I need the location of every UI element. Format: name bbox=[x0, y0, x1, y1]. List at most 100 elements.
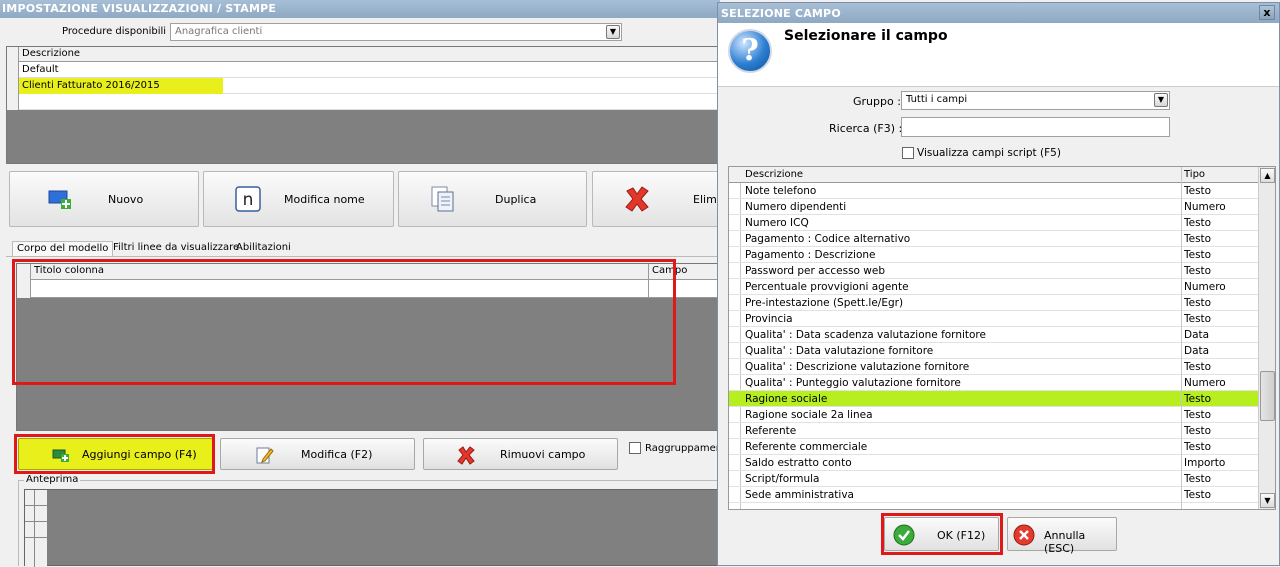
field-type: Testo bbox=[1184, 233, 1212, 245]
field-type: Testo bbox=[1184, 217, 1212, 229]
annotation-red-box-add-field bbox=[14, 434, 215, 474]
remove-x-icon bbox=[457, 446, 475, 465]
field-description: Note telefono bbox=[745, 185, 817, 197]
list-item[interactable]: Saldo estratto conto Importo bbox=[729, 455, 1259, 471]
duplicate-button[interactable]: Duplica bbox=[398, 171, 587, 227]
preview-grid bbox=[24, 489, 720, 567]
list-item[interactable]: Pagamento : Codice alternativo Testo bbox=[729, 231, 1259, 247]
tab-corpo-modello[interactable]: Corpo del modello bbox=[12, 241, 114, 257]
cancel-x-icon bbox=[1013, 524, 1035, 546]
list-item[interactable]: Percentuale provvigioni agente Numero bbox=[729, 279, 1259, 295]
list-item[interactable]: Script/formula Testo bbox=[729, 471, 1259, 487]
grid-row-empty[interactable] bbox=[19, 94, 719, 110]
new-button[interactable]: Nuovo bbox=[9, 171, 199, 227]
field-type: Testo bbox=[1184, 313, 1212, 325]
chevron-down-icon[interactable]: ▼ bbox=[1154, 93, 1168, 107]
scroll-thumb[interactable] bbox=[1260, 371, 1275, 421]
select-field-dialog: SELEZIONE CAMPO x ? Selezionare il campo… bbox=[717, 2, 1280, 566]
field-description: Referente bbox=[745, 425, 797, 437]
new-button-label: Nuovo bbox=[108, 193, 144, 206]
field-description: Sede amministrativa bbox=[745, 489, 854, 501]
list-item-selected[interactable]: Ragione sociale Testo bbox=[729, 391, 1259, 407]
list-item[interactable]: Pre-intestazione (Spett.le/Egr) Testo bbox=[729, 295, 1259, 311]
column-separator bbox=[1181, 167, 1182, 509]
list-item[interactable]: Numero dipendenti Numero bbox=[729, 199, 1259, 215]
field-description: Saldo estratto conto bbox=[745, 457, 852, 469]
procedure-select[interactable]: Anagrafica clienti ▼ bbox=[170, 23, 622, 41]
field-description: Ragione sociale bbox=[745, 393, 828, 405]
list-item[interactable]: Qualita' : Descrizione valutazione forni… bbox=[729, 359, 1259, 375]
new-model-icon bbox=[48, 190, 71, 209]
fields-list: Descrizione Tipo Note telefono Testo Numer… bbox=[728, 166, 1276, 510]
grouping-checkbox[interactable] bbox=[629, 442, 641, 454]
field-type: Numero bbox=[1184, 377, 1226, 389]
list-item[interactable]: Qualita' : Data valutazione fornitore Dat… bbox=[729, 343, 1259, 359]
field-description: Referente commerciale bbox=[745, 441, 868, 453]
delete-button[interactable]: Elimin bbox=[592, 171, 722, 227]
question-icon: ? bbox=[728, 29, 772, 73]
list-item[interactable]: Numero ICQ Testo bbox=[729, 215, 1259, 231]
cancel-label: Annulla (ESC) bbox=[1044, 529, 1086, 555]
field-type: Testo bbox=[1184, 441, 1212, 453]
dialog-heading: Selezionare il campo bbox=[784, 28, 948, 44]
grid-row-default[interactable]: Default bbox=[19, 62, 719, 78]
field-description: Pagamento : Codice alternativo bbox=[745, 233, 911, 245]
gruppo-value: Tutti i campi bbox=[906, 94, 968, 105]
field-type: Testo bbox=[1184, 361, 1212, 373]
gruppo-label: Gruppo : bbox=[853, 95, 901, 108]
list-item[interactable]: Provincia Testo bbox=[729, 311, 1259, 327]
close-icon[interactable]: x bbox=[1259, 5, 1275, 20]
header-descrizione[interactable]: Descrizione bbox=[745, 169, 803, 180]
vertical-scrollbar[interactable]: ▲ ▼ bbox=[1258, 167, 1275, 509]
list-item[interactable]: Note telefono Testo bbox=[729, 183, 1259, 199]
tab-abilitazioni[interactable]: Abilitazioni bbox=[232, 241, 295, 257]
grid-header-descrizione[interactable]: Descrizione bbox=[19, 47, 719, 62]
search-input[interactable] bbox=[901, 117, 1170, 137]
list-item[interactable]: Qualita' : Punteggio valutazione fornito… bbox=[729, 375, 1259, 391]
dialog-title-bar: SELEZIONE CAMPO x bbox=[718, 3, 1279, 23]
tab-divider bbox=[6, 256, 722, 257]
scroll-down-icon[interactable]: ▼ bbox=[1260, 493, 1275, 508]
row-label: Clienti Fatturato 2016/2015 bbox=[22, 80, 160, 91]
field-description: Numero dipendenti bbox=[745, 201, 847, 213]
grid-row-clienti-fatturato[interactable]: Clienti Fatturato 2016/2015 bbox=[19, 78, 719, 97]
tab-filtri-linee[interactable]: Filtri linee da visualizzare bbox=[109, 241, 243, 257]
field-type: Testo bbox=[1184, 265, 1212, 277]
field-description: Qualita' : Descrizione valutazione forni… bbox=[745, 361, 970, 373]
chevron-down-icon[interactable]: ▼ bbox=[606, 25, 620, 39]
header-tipo[interactable]: Tipo bbox=[1184, 169, 1205, 180]
field-description: Qualita' : Data scadenza valutazione for… bbox=[745, 329, 986, 341]
script-fields-checkbox[interactable] bbox=[902, 147, 914, 159]
svg-text:n: n bbox=[243, 190, 254, 210]
preview-label: Anteprima bbox=[24, 474, 81, 485]
dialog-title: SELEZIONE CAMPO bbox=[721, 7, 841, 20]
field-type: Testo bbox=[1184, 185, 1212, 197]
procedure-label: Procedure disponibili : bbox=[62, 26, 173, 37]
rename-icon: n bbox=[235, 186, 261, 212]
cancel-button[interactable]: Annulla (ESC) bbox=[1007, 517, 1117, 555]
field-type: Testo bbox=[1184, 489, 1212, 501]
edit-field-button[interactable]: Modifica (F2) bbox=[220, 438, 415, 470]
row-indicator-column bbox=[7, 47, 19, 110]
grouping-label: Raggruppament bbox=[645, 443, 726, 454]
list-item[interactable]: Referente Testo bbox=[729, 423, 1259, 439]
dialog-header: ? Selezionare il campo bbox=[718, 23, 1279, 87]
remove-field-button[interactable]: Rimuovi campo bbox=[423, 438, 618, 470]
list-item[interactable]: Referente commerciale Testo bbox=[729, 439, 1259, 455]
duplicate-button-label: Duplica bbox=[495, 193, 537, 206]
list-item[interactable]: Sede amministrativa Testo bbox=[729, 487, 1259, 503]
field-type: Testo bbox=[1184, 425, 1212, 437]
list-item[interactable]: Qualita' : Data scadenza valutazione for… bbox=[729, 327, 1259, 343]
field-type: Testo bbox=[1184, 249, 1212, 261]
field-type: Numero bbox=[1184, 201, 1226, 213]
list-item[interactable]: Ragione sociale 2a linea Testo bbox=[729, 407, 1259, 423]
scroll-up-icon[interactable]: ▲ bbox=[1260, 168, 1275, 183]
field-type: Data bbox=[1184, 329, 1210, 341]
field-type: Testo bbox=[1184, 409, 1212, 421]
field-description: Qualita' : Data valutazione fornitore bbox=[745, 345, 934, 357]
rename-button[interactable]: n Modifica nome bbox=[203, 171, 394, 227]
gruppo-select[interactable]: Tutti i campi ▼ bbox=[901, 91, 1170, 110]
list-item[interactable]: Pagamento : Descrizione Testo bbox=[729, 247, 1259, 263]
list-item[interactable]: Password per accesso web Testo bbox=[729, 263, 1259, 279]
preview-row-headers bbox=[25, 490, 47, 567]
